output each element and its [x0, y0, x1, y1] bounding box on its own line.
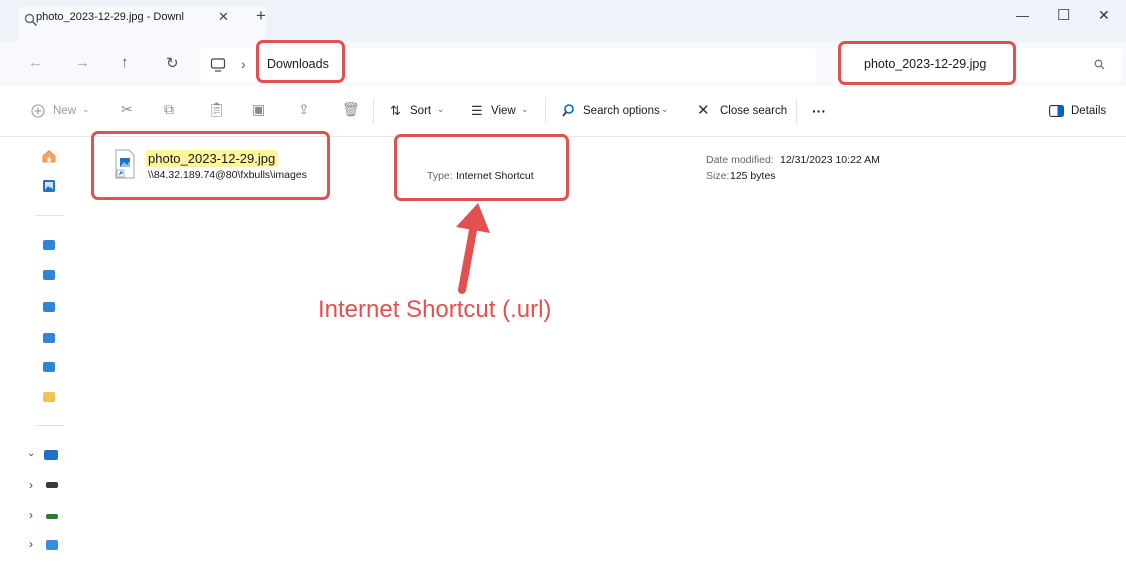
toolbar-divider: [545, 98, 546, 124]
maximize-button[interactable]: ☐: [1057, 6, 1070, 24]
chevron-down-icon: ⌄: [437, 104, 445, 114]
home-icon[interactable]: [41, 148, 57, 164]
sort-icon: ⇅: [390, 103, 401, 118]
chevron-right-icon[interactable]: ›: [29, 508, 33, 522]
chevron-right-icon[interactable]: ›: [29, 537, 33, 551]
drive-icon[interactable]: [46, 482, 58, 488]
copy-icon[interactable]: ⧉: [164, 101, 174, 118]
close-search-icon: ✕: [697, 102, 710, 119]
details-button[interactable]: Details: [1071, 105, 1106, 117]
size-value: 125 bytes: [730, 170, 776, 182]
folder-icon[interactable]: [43, 392, 55, 402]
toolbar-divider: [373, 98, 374, 124]
shortcut-file-icon[interactable]: [114, 149, 136, 179]
breadcrumb-downloads[interactable]: Downloads: [267, 57, 329, 71]
new-tab-button[interactable]: +: [256, 6, 266, 26]
pictures-icon[interactable]: [43, 333, 55, 343]
network-icon[interactable]: [46, 540, 58, 550]
up-button[interactable]: ↑: [121, 54, 129, 71]
size-label: Size:: [706, 170, 730, 182]
search-options-button[interactable]: Search options: [583, 105, 660, 117]
new-icon: [31, 104, 45, 118]
new-button[interactable]: New: [53, 105, 76, 117]
close-search-button[interactable]: Close search: [720, 105, 787, 117]
minimize-button[interactable]: —: [1016, 8, 1029, 23]
back-button[interactable]: ←: [28, 54, 43, 71]
view-button[interactable]: View: [491, 105, 516, 117]
rename-icon[interactable]: ▣: [252, 101, 265, 118]
chevron-down-icon: ⌄: [82, 104, 90, 114]
navigation-pane: [12, 138, 62, 565]
downloads-icon[interactable]: [43, 270, 55, 280]
sidebar-divider: [36, 425, 64, 426]
refresh-button[interactable]: ↻: [166, 54, 179, 72]
annotation-box-type: [394, 134, 569, 201]
breadcrumb-chevron: ›: [241, 56, 246, 72]
search-options-icon: [562, 104, 574, 117]
this-pc-icon[interactable]: [44, 450, 58, 460]
sort-button[interactable]: Sort: [410, 105, 431, 117]
gallery-icon[interactable]: [41, 178, 57, 194]
date-modified-label: Date modified:: [706, 154, 774, 166]
details-pane-icon: [1049, 105, 1064, 117]
search-box-icon[interactable]: [1094, 59, 1105, 70]
close-window-button[interactable]: ✕: [1098, 7, 1110, 24]
annotation-caption: Internet Shortcut (.url): [318, 296, 552, 323]
tab-close-button[interactable]: ✕: [218, 9, 229, 25]
more-options-button[interactable]: ···: [812, 103, 826, 119]
documents-icon[interactable]: [43, 302, 55, 312]
chevron-down-icon[interactable]: ⌄: [27, 448, 35, 459]
file-type-label: Type:: [427, 170, 453, 182]
tab-title: photo_2023-12-29.jpg - Downl: [36, 11, 184, 23]
toolbar-divider: [796, 98, 797, 124]
drive-icon[interactable]: [46, 514, 58, 519]
view-icon: ☰: [471, 103, 483, 118]
annotation-arrow: [456, 203, 490, 294]
file-type-value: Internet Shortcut: [456, 170, 534, 182]
chevron-down-icon: ⌄: [521, 104, 529, 114]
share-icon[interactable]: ⇪: [298, 101, 310, 118]
sidebar-divider: [36, 215, 64, 216]
chevron-down-icon: ⌄: [661, 104, 669, 114]
desktop-icon[interactable]: [43, 240, 55, 250]
delete-icon[interactable]: 🗑︎: [342, 101, 360, 118]
monitor-icon: [210, 58, 226, 72]
paste-icon[interactable]: 📋︎: [208, 101, 226, 118]
chevron-right-icon[interactable]: ›: [29, 478, 33, 492]
forward-button[interactable]: →: [75, 54, 90, 71]
cut-icon[interactable]: ✂: [121, 101, 133, 118]
file-path: \\84.32.189.74@80\fxbulls\images: [148, 169, 307, 181]
file-name[interactable]: photo_2023-12-29.jpg: [146, 150, 278, 167]
music-icon[interactable]: [43, 362, 55, 372]
search-input[interactable]: photo_2023-12-29.jpg: [864, 57, 986, 71]
date-modified-value: 12/31/2023 10:22 AM: [780, 154, 880, 166]
